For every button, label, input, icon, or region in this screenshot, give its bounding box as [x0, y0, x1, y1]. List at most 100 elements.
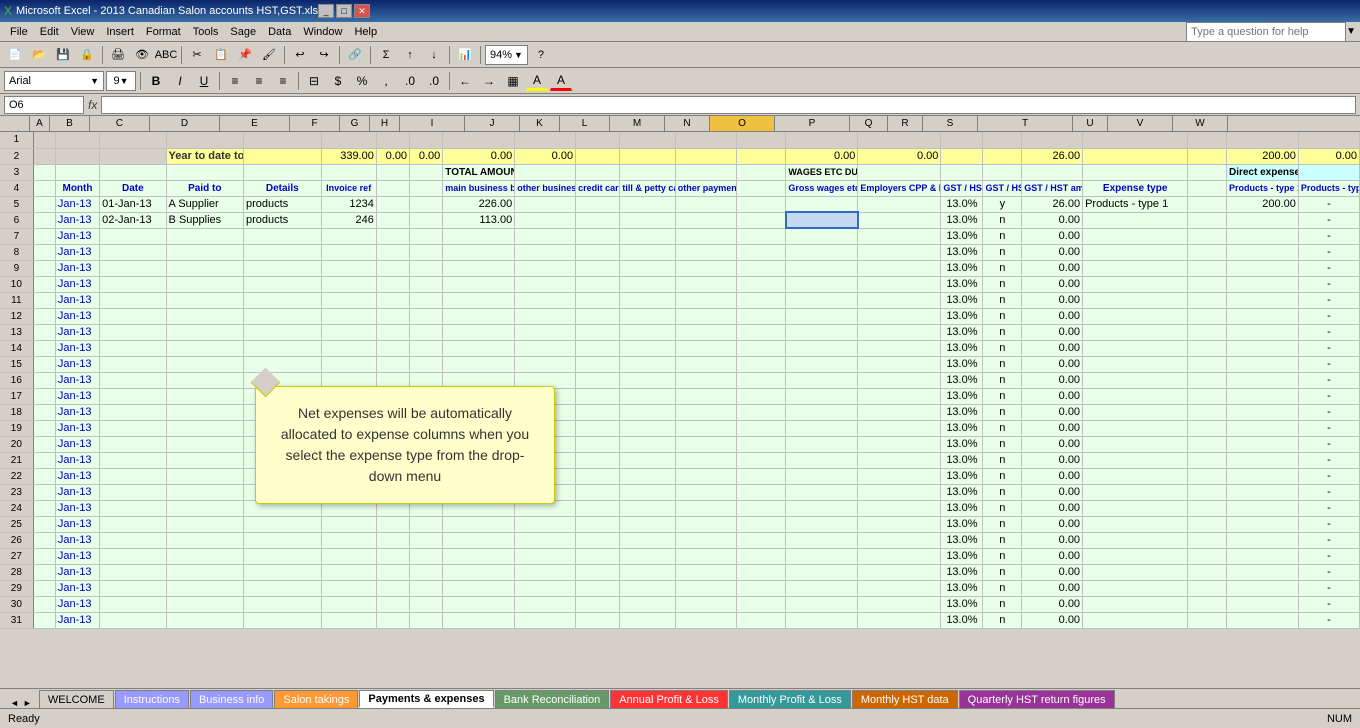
cell-P12[interactable] — [858, 308, 941, 324]
col-G[interactable]: G — [340, 116, 370, 131]
cell-R26[interactable]: n — [983, 532, 1022, 548]
cell-P28[interactable] — [858, 564, 941, 580]
cell-S10[interactable]: 0.00 — [1022, 276, 1083, 292]
cell-R21[interactable]: n — [983, 452, 1022, 468]
cell-B13[interactable]: Jan-13 — [55, 324, 99, 340]
cell-K2[interactable] — [576, 148, 620, 164]
cell-F9[interactable] — [321, 260, 376, 276]
cell-D10[interactable] — [166, 276, 243, 292]
cell-H13[interactable] — [410, 324, 443, 340]
cell-L4[interactable]: till & petty cash — [620, 180, 675, 196]
cell-C23[interactable] — [100, 484, 166, 500]
cell-K7[interactable] — [576, 228, 620, 244]
cell-U7[interactable] — [1188, 228, 1227, 244]
cell-O2[interactable]: 0.00 — [786, 148, 858, 164]
cell-I26[interactable] — [443, 532, 515, 548]
italic-button[interactable]: I — [169, 71, 191, 91]
cell-L8[interactable] — [620, 244, 675, 260]
cell-C17[interactable] — [100, 388, 166, 404]
cell-W20[interactable]: - — [1298, 436, 1359, 452]
cell-C16[interactable] — [100, 372, 166, 388]
cell-H27[interactable] — [410, 548, 443, 564]
cell-C24[interactable] — [100, 500, 166, 516]
cell-N25[interactable] — [736, 516, 786, 532]
cell-O24[interactable] — [786, 500, 858, 516]
cell-F14[interactable] — [321, 340, 376, 356]
cell-R4[interactable]: GST / HST Y/N — [983, 180, 1022, 196]
cell-S22[interactable]: 0.00 — [1022, 468, 1083, 484]
cell-B30[interactable]: Jan-13 — [55, 596, 99, 612]
menu-sage[interactable]: Sage — [224, 24, 262, 40]
cell-O22[interactable] — [786, 468, 858, 484]
cell-Q29[interactable]: 13.0% — [941, 580, 983, 596]
cell-A23[interactable] — [33, 484, 55, 500]
col-C[interactable]: C — [90, 116, 150, 131]
cell-R17[interactable]: n — [983, 388, 1022, 404]
cell-V6[interactable] — [1226, 212, 1298, 228]
cell-A22[interactable] — [33, 468, 55, 484]
cell-W27[interactable]: - — [1298, 548, 1359, 564]
cell-A4[interactable] — [33, 180, 55, 196]
align-center[interactable]: ≡ — [248, 71, 270, 91]
cell-D18[interactable] — [166, 404, 243, 420]
cell-P10[interactable] — [858, 276, 941, 292]
col-F[interactable]: F — [290, 116, 340, 131]
cell-W25[interactable]: - — [1298, 516, 1359, 532]
cell-O23[interactable] — [786, 484, 858, 500]
menu-edit[interactable]: Edit — [34, 24, 65, 40]
cell-G7[interactable] — [376, 228, 409, 244]
cell-G31[interactable] — [376, 612, 409, 628]
cell-T17[interactable] — [1083, 388, 1188, 404]
cell-D8[interactable] — [166, 244, 243, 260]
cell-P7[interactable] — [858, 228, 941, 244]
cell-W28[interactable]: - — [1298, 564, 1359, 580]
cell-B17[interactable]: Jan-13 — [55, 388, 99, 404]
cell-D28[interactable] — [166, 564, 243, 580]
cell-W31[interactable]: - — [1298, 612, 1359, 628]
font-name-arrow[interactable]: ▼ — [90, 76, 99, 86]
formula-input[interactable] — [101, 96, 1356, 114]
tab-bank-reconciliation[interactable]: Bank Reconciliation — [495, 690, 610, 708]
cell-H29[interactable] — [410, 580, 443, 596]
font-color[interactable]: A — [550, 71, 572, 91]
cell-C15[interactable] — [100, 356, 166, 372]
cell-V2[interactable]: 200.00 — [1226, 148, 1298, 164]
cell-I6[interactable]: 113.00 — [443, 212, 515, 228]
cell-N13[interactable] — [736, 324, 786, 340]
cell-F12[interactable] — [321, 308, 376, 324]
cell-F28[interactable] — [321, 564, 376, 580]
cell-C18[interactable] — [100, 404, 166, 420]
cell-D26[interactable] — [166, 532, 243, 548]
cell-N20[interactable] — [736, 436, 786, 452]
cell-D30[interactable] — [166, 596, 243, 612]
cell-R28[interactable]: n — [983, 564, 1022, 580]
col-K[interactable]: K — [520, 116, 560, 131]
cell-J8[interactable] — [515, 244, 576, 260]
cell-H5[interactable] — [410, 196, 443, 212]
cell-R7[interactable]: n — [983, 228, 1022, 244]
cell-R18[interactable]: n — [983, 404, 1022, 420]
cell-E1[interactable] — [244, 132, 321, 148]
cell-W13[interactable]: - — [1298, 324, 1359, 340]
cell-H30[interactable] — [410, 596, 443, 612]
cell-I10[interactable] — [443, 276, 515, 292]
cell-C26[interactable] — [100, 532, 166, 548]
cell-T21[interactable] — [1083, 452, 1188, 468]
cell-T30[interactable] — [1083, 596, 1188, 612]
cell-K10[interactable] — [576, 276, 620, 292]
cell-O10[interactable] — [786, 276, 858, 292]
cell-H26[interactable] — [410, 532, 443, 548]
cell-G13[interactable] — [376, 324, 409, 340]
cell-S2[interactable]: 26.00 — [1022, 148, 1083, 164]
cell-L2[interactable] — [620, 148, 675, 164]
cell-A17[interactable] — [33, 388, 55, 404]
cell-S27[interactable]: 0.00 — [1022, 548, 1083, 564]
cell-S3[interactable] — [1022, 164, 1083, 180]
cell-C11[interactable] — [100, 292, 166, 308]
cell-J5[interactable] — [515, 196, 576, 212]
cell-H25[interactable] — [410, 516, 443, 532]
cell-K24[interactable] — [576, 500, 620, 516]
cell-L11[interactable] — [620, 292, 675, 308]
cell-T31[interactable] — [1083, 612, 1188, 628]
cell-C4[interactable]: Date — [100, 180, 166, 196]
